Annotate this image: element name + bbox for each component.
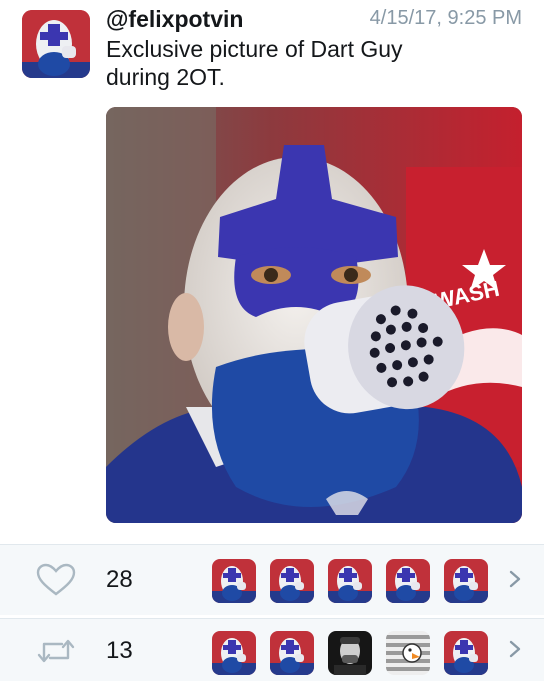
retweets-row[interactable]: 13 [0,618,544,681]
liker-avatar-icon[interactable] [444,559,488,603]
retweeter-avatar-icon[interactable] [444,631,488,675]
tweet-text: Exclusive picture of Dart Guy during 2OT… [106,35,506,91]
retweets-count: 13 [106,637,133,664]
likes-count: 28 [106,566,133,593]
tweet-text-line: during 2OT. [106,64,225,90]
retweeter-avatar-icon[interactable] [212,631,256,675]
tweet-media-photo[interactable]: WASH [106,107,522,523]
tweet-timestamp: 4/15/17, 9:25 PM [369,7,522,29]
chevron-right-icon[interactable] [508,569,522,589]
user-handle[interactable]: @felixpotvin [106,6,243,32]
chevron-right-icon[interactable] [508,639,522,659]
liker-avatar-icon[interactable] [212,559,256,603]
retweeter-avatar-icon[interactable] [270,631,314,675]
dart-guy-photo-icon: WASH [106,107,522,523]
heart-icon[interactable] [36,563,76,597]
likes-row[interactable]: 28 [0,544,544,615]
liker-avatar-icon[interactable] [270,559,314,603]
dart-guy-avatar-icon [22,10,90,78]
liker-avatar-icon[interactable] [386,559,430,603]
tweet-header: @felixpotvin 4/15/17, 9:25 PM [106,6,526,33]
tweet-text-line: Exclusive picture of Dart Guy [106,36,403,62]
striped-cartoon-avatar-icon[interactable] [386,631,430,675]
profile-avatar[interactable] [22,10,90,78]
dark-portrait-avatar-icon[interactable] [328,631,372,675]
liker-avatar-icon[interactable] [328,559,372,603]
tweet-card: @felixpotvin 4/15/17, 9:25 PM Exclusive … [0,0,544,544]
retweet-icon[interactable] [36,634,76,668]
